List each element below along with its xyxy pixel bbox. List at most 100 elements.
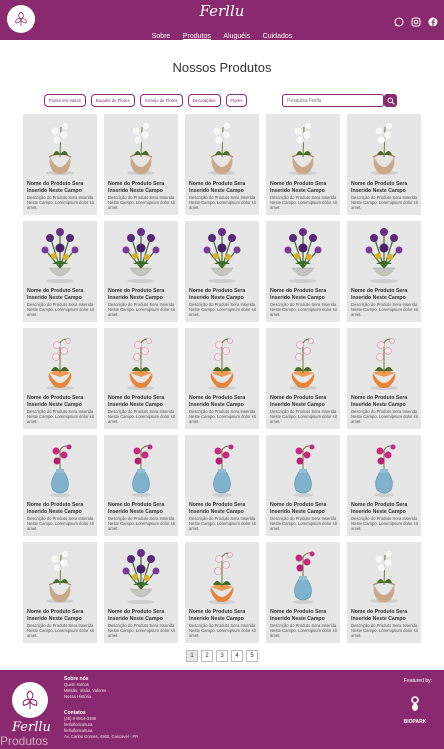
product-name[interactable]: Nome do Produto Sera Inserido Neste Camp… <box>270 609 340 622</box>
page-button-5[interactable]: 5 <box>246 650 258 662</box>
product-card[interactable]: Nome do Produto Sera Inserido Neste Camp… <box>23 221 97 322</box>
product-name[interactable]: Nome do Produto Sera Inserido Neste Camp… <box>270 502 340 515</box>
product-name[interactable]: Nome do Produto Sera Inserido Neste Camp… <box>27 181 97 194</box>
product-image[interactable] <box>266 328 340 394</box>
nav-item-produtos[interactable]: Produtos <box>183 33 211 40</box>
product-image[interactable] <box>347 221 421 287</box>
product-name[interactable]: Nome do Produto Sera Inserido Neste Camp… <box>351 609 421 622</box>
page-button-2[interactable]: 2 <box>201 650 213 662</box>
product-name[interactable]: Nome do Produto Sera Inserido Neste Camp… <box>108 502 178 515</box>
product-image[interactable] <box>266 435 340 501</box>
product-description: Descrição do Produto Sera Inserida Neste… <box>189 623 256 638</box>
product-name[interactable]: Nome do Produto Sera Inserido Neste Camp… <box>351 288 421 301</box>
product-name[interactable]: Nome do Produto Sera Inserido Neste Camp… <box>27 395 97 408</box>
product-name[interactable]: Nome do Produto Sera Inserido Neste Camp… <box>108 288 178 301</box>
product-name[interactable]: Nome do Produto Sera Inserido Neste Camp… <box>189 609 259 622</box>
filter-flores-em-vasos[interactable]: Flores em Vasos <box>44 94 86 107</box>
product-card[interactable]: Nome do Produto Sera Inserido Neste Camp… <box>185 328 259 429</box>
product-card[interactable]: Nome do Produto Sera Inserido Neste Camp… <box>347 328 421 429</box>
product-image[interactable] <box>266 221 340 287</box>
biopark-logo[interactable]: BIOPARK <box>400 696 430 725</box>
search-input[interactable] <box>282 94 384 107</box>
search-button[interactable] <box>384 94 397 107</box>
product-image[interactable] <box>104 435 178 501</box>
product-card[interactable]: Nome do Produto Sera Inserido Neste Camp… <box>347 542 421 643</box>
facebook-icon[interactable] <box>428 14 438 27</box>
page-button-3[interactable]: 3 <box>216 650 228 662</box>
product-image[interactable] <box>185 542 259 608</box>
product-image[interactable] <box>185 328 259 394</box>
product-card[interactable]: Nome do Produto Sera Inserido Neste Camp… <box>23 435 97 536</box>
product-image[interactable] <box>23 328 97 394</box>
product-name[interactable]: Nome do Produto Sera Inserido Neste Camp… <box>108 181 178 194</box>
product-name[interactable]: Nome do Produto Sera Inserido Neste Camp… <box>108 395 178 408</box>
product-card[interactable]: Nome do Produto Sera Inserido Neste Camp… <box>23 328 97 429</box>
product-name[interactable]: Nome do Produto Sera Inserido Neste Camp… <box>270 395 340 408</box>
footer-link-historia[interactable]: Nossa História <box>64 694 106 700</box>
product-card[interactable]: Nome do Produto Sera Inserido Neste Camp… <box>266 221 340 322</box>
product-card[interactable]: Nome do Produto Sera Inserido Neste Camp… <box>185 435 259 536</box>
watermark: Produtos <box>0 734 49 748</box>
product-image[interactable] <box>347 435 421 501</box>
product-card[interactable]: Nome do Produto Sera Inserido Neste Camp… <box>266 114 340 215</box>
product-name[interactable]: Nome do Produto Sera Inserido Neste Camp… <box>189 395 259 408</box>
product-name[interactable]: Nome do Produto Sera Inserido Neste Camp… <box>189 288 259 301</box>
product-card[interactable]: Nome do Produto Sera Inserido Neste Camp… <box>23 542 97 643</box>
product-card[interactable]: Nome do Produto Sera Inserido Neste Camp… <box>266 435 340 536</box>
product-image[interactable] <box>347 328 421 394</box>
product-image[interactable] <box>23 435 97 501</box>
filter-decoracoes[interactable]: Decorações <box>187 94 221 107</box>
product-name[interactable]: Nome do Produto Sera Inserido Neste Camp… <box>27 502 97 515</box>
product-image[interactable] <box>23 221 97 287</box>
product-card[interactable]: Nome do Produto Sera Inserido Neste Camp… <box>185 221 259 322</box>
product-card[interactable]: Nome do Produto Sera Inserido Neste Camp… <box>266 542 340 643</box>
nav-item-sobre[interactable]: Sobre <box>152 33 171 40</box>
product-card[interactable]: Nome do Produto Sera Inserido Neste Camp… <box>185 114 259 215</box>
product-card[interactable]: Nome do Produto Sera Inserido Neste Camp… <box>104 114 178 215</box>
product-name[interactable]: Nome do Produto Sera Inserido Neste Camp… <box>351 502 421 515</box>
filter-buques-de-flores[interactable]: Buquês de Flores <box>90 94 135 107</box>
product-image[interactable] <box>104 542 178 608</box>
page-button-4[interactable]: 4 <box>231 650 243 662</box>
product-card[interactable]: Nome do Produto Sera Inserido Neste Camp… <box>23 114 97 215</box>
product-name[interactable]: Nome do Produto Sera Inserido Neste Camp… <box>189 502 259 515</box>
nav-item-cuidados[interactable]: Cuidados <box>263 33 293 40</box>
product-image[interactable] <box>104 328 178 394</box>
product-image[interactable] <box>185 114 259 180</box>
product-description: Descrição do Produto Sera Inserida Neste… <box>108 195 175 210</box>
product-image[interactable] <box>266 542 340 608</box>
product-grid: Nome do Produto Sera Inserido Neste Camp… <box>23 114 421 643</box>
product-card[interactable]: Nome do Produto Sera Inserido Neste Camp… <box>104 221 178 322</box>
product-name[interactable]: Nome do Produto Sera Inserido Neste Camp… <box>270 288 340 301</box>
product-name[interactable]: Nome do Produto Sera Inserido Neste Camp… <box>270 181 340 194</box>
product-image[interactable] <box>104 221 178 287</box>
product-name[interactable]: Nome do Produto Sera Inserido Neste Camp… <box>351 395 421 408</box>
product-name[interactable]: Nome do Produto Sera Inserido Neste Camp… <box>351 181 421 194</box>
product-image[interactable] <box>347 114 421 180</box>
product-name[interactable]: Nome do Produto Sera Inserido Neste Camp… <box>27 609 97 622</box>
product-image[interactable] <box>185 221 259 287</box>
product-image[interactable] <box>266 114 340 180</box>
product-image[interactable] <box>23 114 97 180</box>
product-image[interactable] <box>23 542 97 608</box>
product-name[interactable]: Nome do Produto Sera Inserido Neste Camp… <box>108 609 178 622</box>
product-card[interactable]: Nome do Produto Sera Inserido Neste Camp… <box>185 542 259 643</box>
nav-item-alugueis[interactable]: Aluguéis <box>223 33 250 40</box>
product-card[interactable]: Nome do Produto Sera Inserido Neste Camp… <box>104 435 178 536</box>
product-image[interactable] <box>104 114 178 180</box>
product-name[interactable]: Nome do Produto Sera Inserido Neste Camp… <box>189 181 259 194</box>
product-card[interactable]: Nome do Produto Sera Inserido Neste Camp… <box>266 328 340 429</box>
product-image[interactable] <box>185 435 259 501</box>
product-card[interactable]: Nome do Produto Sera Inserido Neste Camp… <box>104 542 178 643</box>
whatsapp-icon[interactable] <box>394 14 404 27</box>
product-card[interactable]: Nome do Produto Sera Inserido Neste Camp… <box>347 114 421 215</box>
page-button-1[interactable]: 1 <box>186 650 198 662</box>
product-card[interactable]: Nome do Produto Sera Inserido Neste Camp… <box>347 435 421 536</box>
product-card[interactable]: Nome do Produto Sera Inserido Neste Camp… <box>104 328 178 429</box>
filter-arranjo-de-flores[interactable]: Arranjo de Flores <box>139 94 183 107</box>
product-image[interactable] <box>347 542 421 608</box>
filter-flores[interactable]: Flores <box>225 94 248 107</box>
product-card[interactable]: Nome do Produto Sera Inserido Neste Camp… <box>347 221 421 322</box>
product-name[interactable]: Nome do Produto Sera Inserido Neste Camp… <box>27 288 97 301</box>
instagram-icon[interactable] <box>411 14 421 27</box>
